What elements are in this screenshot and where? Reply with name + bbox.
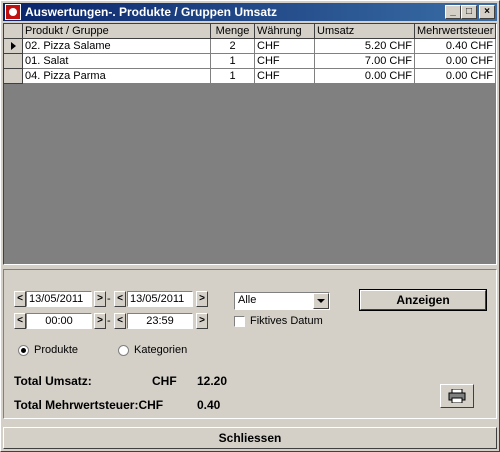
fictive-date-label: Fiktives Datum	[250, 315, 323, 327]
time-to-field[interactable]: 23:59	[127, 313, 193, 329]
row-indicator	[4, 39, 23, 54]
cell-vat[interactable]: 0.40 CHF	[415, 39, 496, 54]
col-header-product[interactable]: Produkt / Gruppe	[23, 24, 211, 39]
cell-currency[interactable]: CHF	[255, 69, 315, 84]
date-range-separator: -	[107, 293, 111, 305]
close-button[interactable]: Schliessen	[3, 427, 497, 449]
fictive-date-checkbox[interactable]	[234, 316, 245, 327]
cell-product[interactable]: 01. Salat	[23, 54, 211, 69]
cell-product[interactable]: 02. Pizza Salame	[23, 39, 211, 54]
col-header-vat[interactable]: Mehrwertsteuer	[415, 24, 496, 39]
cell-quantity[interactable]: 1	[211, 54, 255, 69]
total-revenue-label: Total Umsatz:	[14, 374, 92, 388]
header-indicator-cell	[4, 24, 23, 39]
current-row-arrow-icon	[11, 42, 16, 50]
products-radio-label: Produkte	[34, 344, 79, 356]
cell-currency[interactable]: CHF	[255, 54, 315, 69]
date-from-next-button[interactable]: >	[94, 291, 106, 307]
cell-quantity[interactable]: 1	[211, 69, 255, 84]
time-from-next-button[interactable]: >	[94, 313, 106, 329]
cell-revenue[interactable]: 7.00 CHF	[315, 54, 415, 69]
cell-currency[interactable]: CHF	[255, 39, 315, 54]
close-window-button[interactable]: ×	[479, 5, 495, 19]
time-range-separator: -	[107, 315, 111, 327]
products-radio[interactable]	[18, 345, 29, 356]
minimize-button[interactable]: _	[445, 5, 461, 19]
total-revenue-currency: CHF	[152, 374, 177, 388]
cell-vat[interactable]: 0.00 CHF	[415, 69, 496, 84]
report-window: Auswertungen-. Produkte / Gruppen Umsatz…	[0, 0, 500, 452]
time-from-prev-button[interactable]: <	[14, 313, 26, 329]
date-to-next-button[interactable]: >	[196, 291, 208, 307]
total-vat-label: Total Mehrwertsteuer:CHF	[14, 398, 164, 412]
title-bar[interactable]: Auswertungen-. Produkte / Gruppen Umsatz…	[3, 3, 497, 21]
time-from-field[interactable]: 00:00	[26, 313, 92, 329]
printer-icon	[448, 388, 466, 404]
show-button[interactable]: Anzeigen	[359, 289, 487, 311]
filter-select-value: Alle	[238, 294, 257, 306]
app-icon	[5, 4, 21, 20]
filter-panel: < 13/05/2011 > - < 13/05/2011 > < 00:00 …	[3, 269, 497, 419]
categories-radio-label: Kategorien	[134, 344, 188, 356]
maximize-button[interactable]: □	[461, 5, 477, 19]
cell-quantity[interactable]: 2	[211, 39, 255, 54]
cell-revenue[interactable]: 0.00 CHF	[315, 69, 415, 84]
time-to-prev-button[interactable]: <	[114, 313, 126, 329]
print-button[interactable]	[440, 384, 474, 408]
cell-vat[interactable]: 0.00 CHF	[415, 54, 496, 69]
time-to-next-button[interactable]: >	[196, 313, 208, 329]
cell-revenue[interactable]: 5.20 CHF	[315, 39, 415, 54]
row-indicator	[4, 69, 23, 84]
results-grid[interactable]: Produkt / Gruppe Menge Währung Umsatz Me…	[3, 23, 497, 265]
row-indicator	[4, 54, 23, 69]
cell-product[interactable]: 04. Pizza Parma	[23, 69, 211, 84]
col-header-revenue[interactable]: Umsatz	[315, 24, 415, 39]
date-from-prev-button[interactable]: <	[14, 291, 26, 307]
total-vat-value: 0.40	[197, 398, 221, 412]
filter-select[interactable]: Alle	[234, 292, 330, 310]
date-to-field[interactable]: 13/05/2011	[127, 291, 193, 307]
total-revenue-value: 12.20	[197, 374, 228, 388]
col-header-currency[interactable]: Währung	[255, 24, 315, 39]
date-from-field[interactable]: 13/05/2011	[26, 291, 92, 307]
col-header-quantity[interactable]: Menge	[211, 24, 255, 39]
categories-radio[interactable]	[118, 345, 129, 356]
date-to-prev-button[interactable]: <	[114, 291, 126, 307]
chevron-down-icon[interactable]	[313, 293, 329, 309]
window-title: Auswertungen-. Produkte / Gruppen Umsatz	[25, 5, 278, 19]
